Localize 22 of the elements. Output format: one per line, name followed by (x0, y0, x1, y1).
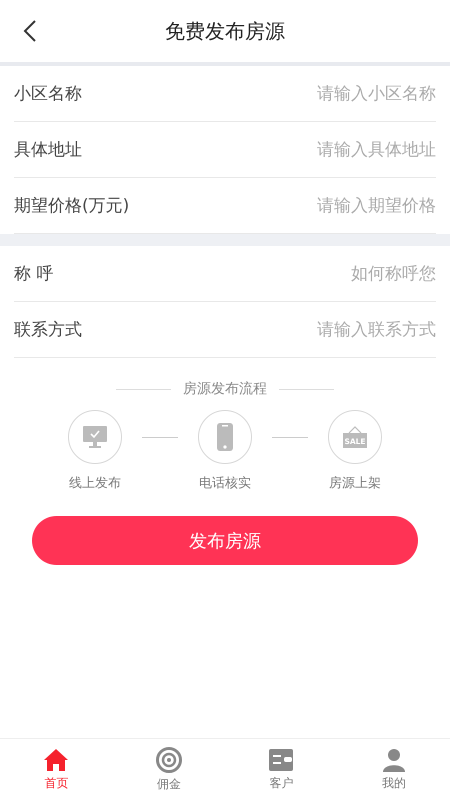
submit-button[interactable]: 发布房源 (32, 516, 418, 565)
monitor-icon (82, 425, 108, 449)
field-label: 称 呼 (14, 263, 54, 285)
tab-item[interactable]: 首页 (0, 739, 112, 800)
step-label: 房源上架 (329, 475, 381, 492)
field-label: 小区名称 (14, 83, 82, 105)
step-label: 线上发布 (69, 475, 121, 492)
phone-icon (216, 422, 234, 452)
card-icon (268, 748, 294, 772)
person-icon (380, 748, 407, 772)
field-label: 联系方式 (14, 319, 82, 341)
field-label: 具体地址 (14, 139, 82, 161)
home-icon (43, 748, 70, 772)
coin-icon (156, 746, 182, 772)
step-label: 电话核实 (199, 475, 251, 492)
tab-item[interactable]: 客户 (225, 739, 338, 800)
back-icon (23, 19, 37, 43)
process-title: 房源发布流程 (183, 380, 267, 398)
page-title: 免费发布房源 (165, 18, 285, 44)
field-label: 期望价格(万元) (14, 195, 130, 217)
tab-item[interactable]: 佣金 (112, 739, 225, 800)
tab-item[interactable]: 我的 (338, 739, 450, 800)
